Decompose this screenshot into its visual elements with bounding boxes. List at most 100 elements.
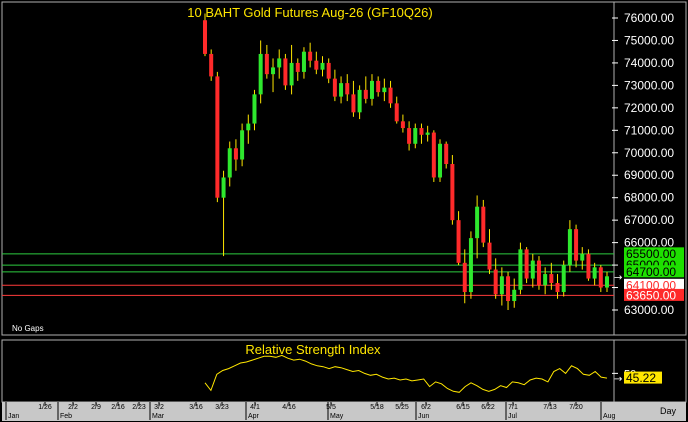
date-tick-label: 4/1	[250, 404, 260, 411]
candle-body	[462, 262, 467, 293]
candle-body	[481, 206, 486, 243]
date-tick-label: 5/25	[395, 404, 409, 411]
candle-body	[518, 249, 523, 290]
level-label: 64700.00	[626, 265, 676, 279]
candle-body	[308, 51, 313, 61]
candle-body	[444, 143, 449, 164]
date-tick-label: 6/22	[481, 404, 495, 411]
candle-body	[376, 80, 381, 93]
price-tick-label: 67000.00	[624, 213, 674, 227]
candle-body	[438, 143, 443, 178]
date-tick-label: 2/23	[132, 404, 146, 411]
candle-body	[580, 253, 585, 261]
date-tick-label: 7/1	[508, 404, 518, 411]
date-tick-label: 1/26	[38, 404, 52, 411]
price-tick-label: 63000.00	[624, 303, 674, 317]
candle-body	[388, 87, 393, 104]
candle-body	[561, 265, 566, 293]
candle-body	[598, 267, 603, 288]
date-tick-label: 4/16	[282, 404, 296, 411]
candle-body	[555, 283, 560, 293]
candle-body	[345, 83, 350, 95]
date-tick-label: 6/15	[456, 404, 470, 411]
candle-body	[301, 51, 306, 72]
month-label: Jan	[8, 413, 19, 420]
price-tick-label: 75000.00	[624, 33, 674, 47]
candle-body	[221, 177, 226, 198]
candle-body	[283, 58, 288, 86]
candle-body	[567, 229, 572, 266]
candle-body	[209, 53, 214, 77]
date-axis-panel	[2, 402, 686, 421]
candle-body	[543, 274, 548, 286]
date-tick-label: 2/9	[91, 404, 101, 411]
candle-body	[252, 94, 257, 124]
candle-body	[450, 164, 455, 221]
candle-body	[363, 89, 368, 99]
month-label: Apr	[248, 413, 260, 420]
price-tick-label: 71000.00	[624, 123, 674, 137]
candle-body	[419, 128, 424, 135]
candle-body	[332, 78, 337, 97]
candle-body	[506, 276, 511, 302]
candle-body	[240, 130, 245, 160]
date-tick-label: 3/23	[215, 404, 229, 411]
price-tick-label: 70000.00	[624, 146, 674, 160]
price-tick-label: 74000.00	[624, 56, 674, 70]
candle-body	[271, 67, 276, 75]
date-tick-label: 6/2	[421, 404, 431, 411]
month-label: Aug	[603, 413, 616, 420]
month-label: May	[330, 413, 344, 420]
candle-body	[227, 148, 232, 178]
candle-body	[512, 289, 517, 302]
price-tick-label: 73000.00	[624, 78, 674, 92]
chart-canvas: 76000.00 75000.00 74000.00 73000.00 72000.00…	[1, 1, 687, 421]
candle-body	[456, 220, 461, 263]
date-tick-label: 7/20	[569, 404, 583, 411]
date-tick-label: 3/16	[189, 404, 203, 411]
candle-body	[487, 242, 492, 270]
date-tick-label: 2/2	[68, 404, 78, 411]
candle-body	[413, 128, 418, 144]
candle-body	[233, 148, 238, 160]
date-tick-label: 3/2	[154, 404, 164, 411]
candle-body	[320, 62, 325, 70]
candle-body	[400, 121, 405, 129]
level-labels: 65500.0065000.0064700.0064100.0063650.00…	[614, 247, 684, 302]
month-label: Mar	[152, 413, 165, 420]
candle-body	[326, 62, 331, 79]
price-tick-label: 72000.00	[624, 101, 674, 115]
candle-body	[369, 80, 374, 99]
month-label: Feb	[60, 413, 72, 420]
price-tick-label: 69000.00	[624, 168, 674, 182]
candle-body	[493, 269, 498, 295]
month-label: Jul	[508, 413, 517, 420]
rsi-title: Relative Strength Index	[245, 342, 381, 357]
candle-body	[215, 76, 220, 198]
candle-body	[351, 94, 356, 113]
price-tick-label: 68000.00	[624, 191, 674, 205]
candle-body	[530, 260, 535, 279]
candle-body	[357, 89, 362, 113]
price-tick-label: 76000.00	[624, 11, 674, 25]
no-gaps-note: No Gaps	[12, 324, 44, 333]
rsi-last-value-label: 45.22	[626, 371, 656, 385]
month-label: Jun	[418, 413, 429, 420]
candle-body	[431, 132, 436, 178]
candle-body	[574, 229, 579, 261]
candle-body	[407, 128, 412, 144]
candle-body	[382, 87, 387, 93]
candle-body	[586, 253, 591, 279]
level-label: 63650.00	[626, 288, 676, 302]
chart-title: 10 BAHT Gold Futures Aug-26 (GF10Q26)	[187, 5, 432, 20]
candle-body	[339, 83, 344, 97]
candle-body	[394, 103, 399, 122]
candle-body	[475, 206, 480, 239]
rsi-last-arrow-icon: →	[614, 374, 622, 385]
candle-body	[536, 260, 541, 286]
candle-body	[289, 62, 294, 86]
candle-body	[314, 60, 319, 70]
period-label: Day	[660, 406, 677, 416]
candle-body	[203, 20, 207, 54]
candle-body	[468, 238, 473, 293]
